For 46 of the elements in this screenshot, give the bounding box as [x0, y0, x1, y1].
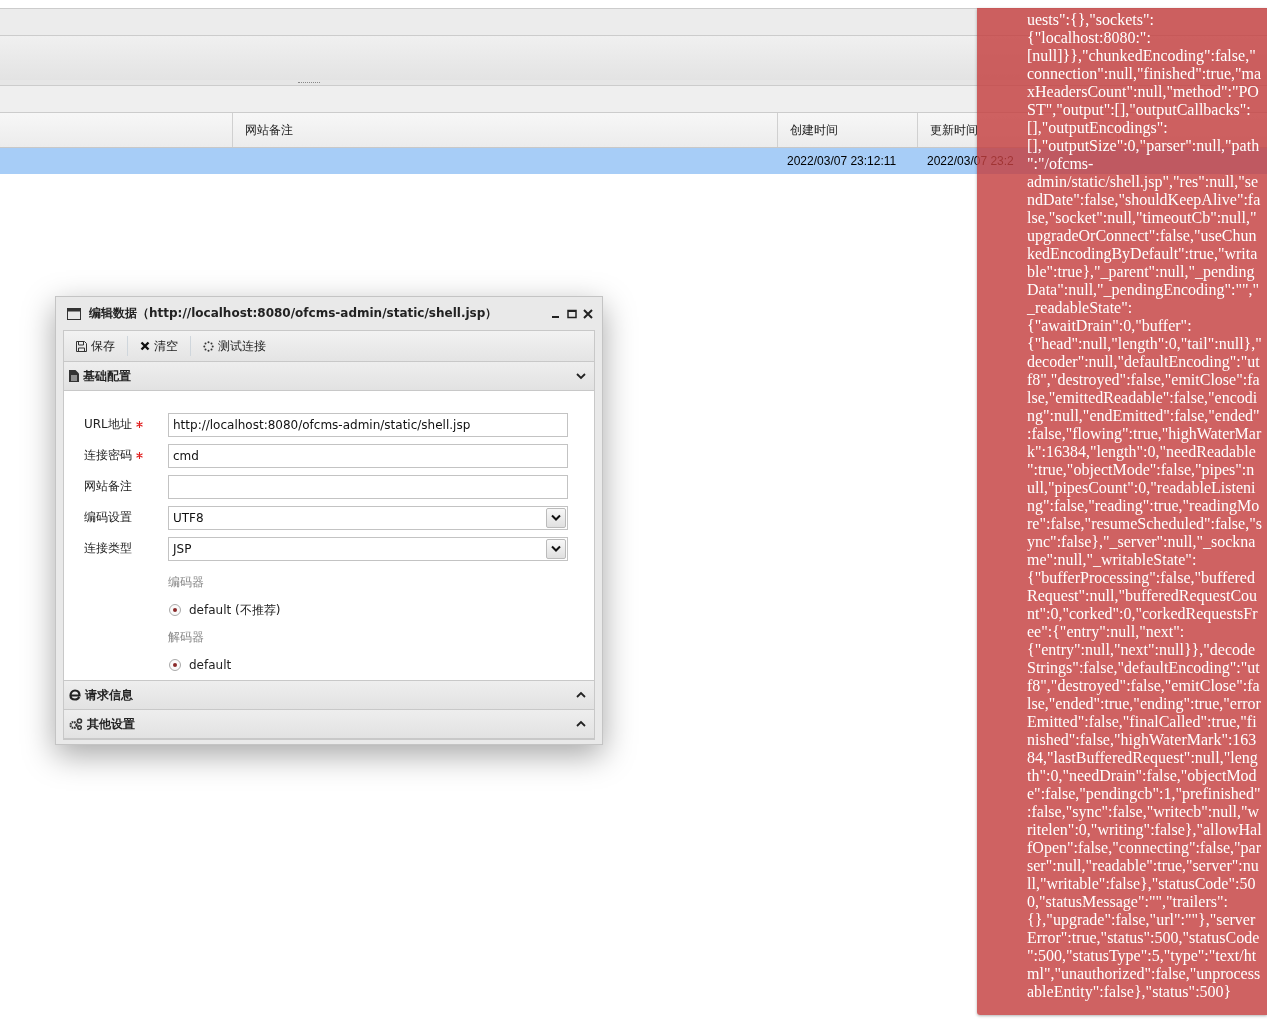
save-button[interactable]: 保存 [70, 334, 121, 358]
field-label: 网站备注 [84, 478, 133, 495]
close-icon[interactable] [583, 308, 593, 319]
column-header[interactable]: 创建时间 [778, 113, 918, 147]
section-title: 其他设置 [87, 715, 135, 733]
section-header[interactable]: 其他设置 [64, 710, 594, 739]
cross-icon [140, 341, 150, 351]
dropdown-field[interactable]: UTF8 [168, 505, 568, 530]
text-field[interactable]: http://localhost:8080/ofcms-admin/static/shell.jsp [168, 412, 568, 437]
dialog-title: 编辑数据（http://localhost:8080/ofcms-admin/static/shell.jsp） [89, 305, 498, 322]
browser-icon [69, 689, 81, 701]
spinner-icon [203, 340, 214, 352]
group-label: 解码器 [168, 629, 205, 646]
error-message: uests":{},"sockets": {"localhost:8080:": [null]}},"chunkedEncoding":false," connection":null,"finished":true,"ma xHeadersCount":null,"method":"PO ST","output":[],"outputCallbacks": [],"outputEncodings": [],"outputSize":0,"parser":null,"path ":"/ofcms- admin/static/shell.jsp","res":null,"se ndDate":false,"shouldKeepAlive":fa lse,"socket":null,"timeoutCb":null," upgradeOrConnect":false,"useChun kedEncodingByDefault":true,"writa ble":true},"_parent":null,"_pending Data":null,"_pendingEncoding":""," _readableState": {"awaitDrain":0,"buffer": {"head":null,"length":0,"tail":null}," decoder":null,"defaultEncoding":"ut f8","destroyed":false,"emitClose":fa lse,"emittedReadable":false,"encodi ng":null,"endEmitted":false,"ended" :false,"flowing":true,"highWaterMar k":16384,"length":0,"needReadable ":true,"objectMode":false,"pipes":n ull,"pipesCount":0,"readableListeni ng":false,"reading":true,"readingMo re":false,"resumeScheduled":false,"s ync":false},"_server":null,"_sockna me":null,"_writableState": {"bufferProcessing":false,"buffered Request":null,"bufferedRequestCou nt":0,"corked":0,"corkedRequestsFr ee":{"entry":null,"next": {"entry":null,"next":null}},"decode Strings":false,"defaultEncoding":"ut f8","destroyed":false,"emitClose":fa lse,"ended":true,"ending":true,"error Emitted":false,"finalCalled":true,"fi nished":false,"highWaterMark":163 84,"lastBufferedRequest":null,"leng th":0,"needDrain":false,"objectMod e":false,"pendingcb":1,"prefinished" :false,"sync":false,"writecb":null,"w ritelen":0,"writing":false},"allowHal fOpen":false,"connecting":false,"par ser":null,"readable":true,"server":nu ll,"writable":false},"statusCode":50 0,"statusMessage":"","trailers": {},"upgrade":false,"url":""},"server Error":true,"status":500,"statusCode ":500,"statusType":5,"type":"text/ht ml","unauthorized":false,"unprocess ableEntity":false},"status":500} [1027, 11, 1263, 1001]
chevron-up-icon [576, 720, 586, 728]
splitter-handle[interactable] [297, 81, 320, 84]
column-header[interactable]: 网站备注 [233, 113, 778, 147]
option-label: default (不推荐) [189, 601, 281, 619]
chevron-down-icon [551, 514, 561, 521]
dropdown-button[interactable] [546, 538, 566, 559]
gears-icon [69, 718, 83, 730]
radio-button[interactable] [169, 659, 181, 671]
section-header[interactable]: 请求信息 [64, 681, 594, 710]
field-label: 连接密码 [84, 447, 133, 464]
dropdown-field[interactable]: JSP [168, 536, 568, 561]
maximize-icon[interactable] [567, 308, 577, 319]
chevron-down-icon [576, 372, 586, 380]
section-header[interactable]: 基础配置 [64, 362, 594, 391]
test-button[interactable]: 测试连接 [197, 334, 272, 358]
text-field[interactable] [168, 474, 568, 499]
chevron-up-icon [576, 691, 586, 699]
section-title: 基础配置 [83, 367, 131, 385]
clear-button[interactable]: 清空 [134, 334, 184, 358]
text-field[interactable]: cmd [168, 443, 568, 468]
table-cell: 2022/03/07 23:12:11 [787, 154, 897, 168]
field-label: 编码设置 [84, 509, 133, 526]
document-icon [69, 370, 79, 382]
section-title: 请求信息 [85, 686, 133, 704]
field-label: URL地址 [84, 416, 133, 433]
window-icon [67, 307, 81, 320]
field-label: 连接类型 [84, 540, 133, 557]
dropdown-button[interactable] [546, 507, 566, 528]
group-label: 编码器 [168, 574, 205, 591]
radio-button[interactable] [169, 604, 181, 616]
chevron-down-icon [551, 545, 561, 552]
option-label: default [189, 658, 232, 672]
